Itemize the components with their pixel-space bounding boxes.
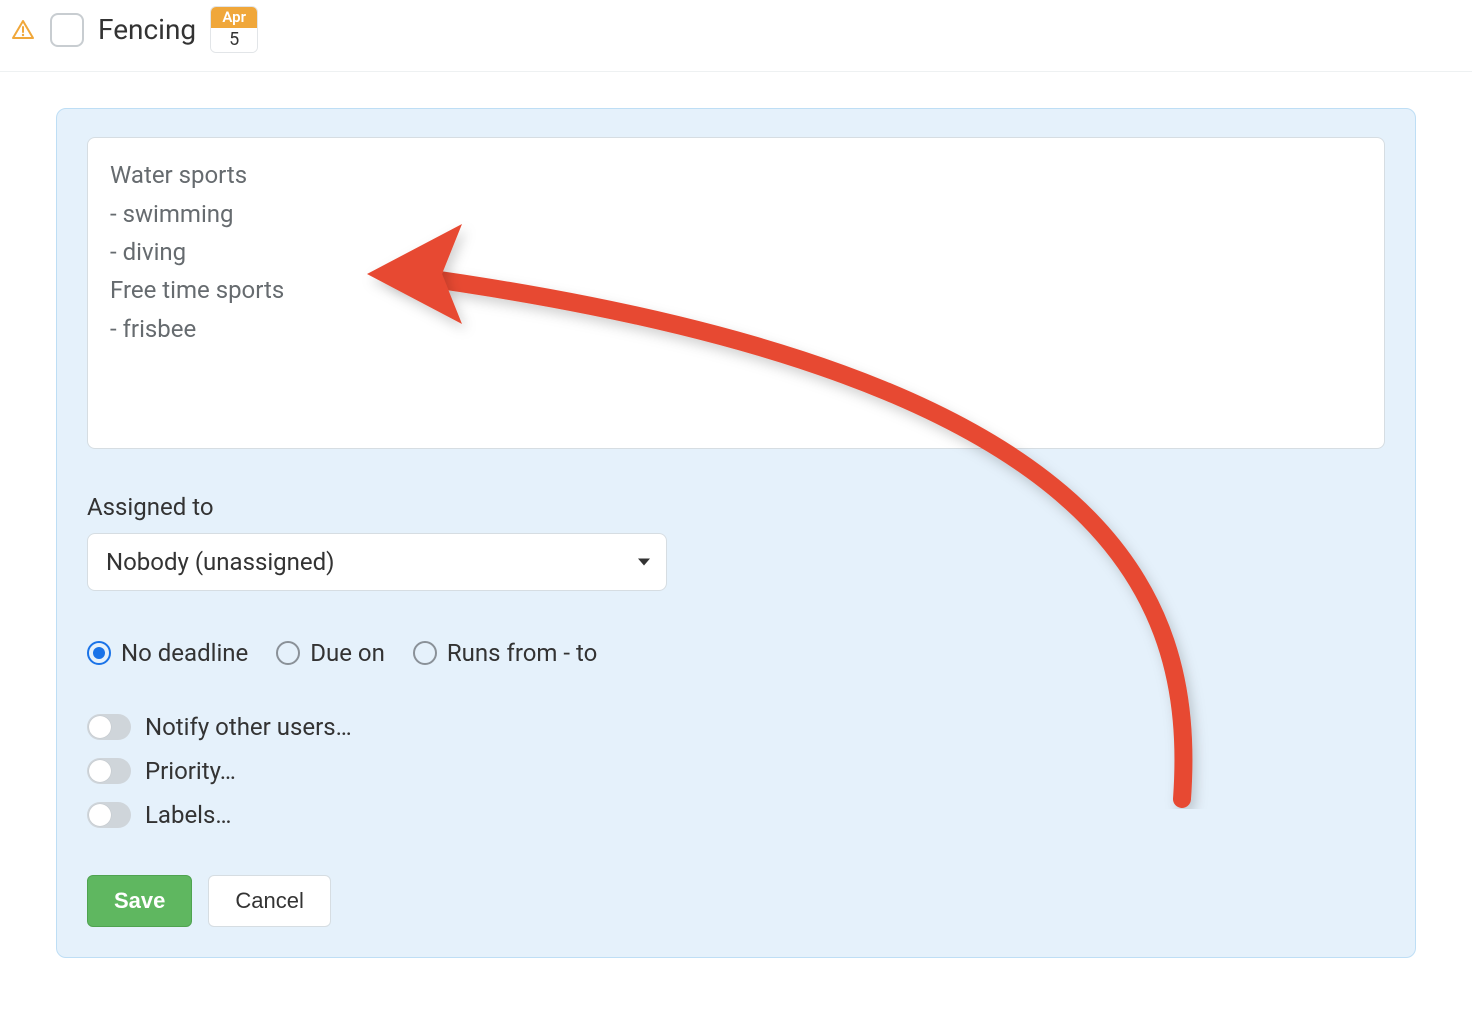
description-textarea[interactable]: Water sports - swimming - diving Free ti… <box>87 137 1385 449</box>
toggle-off-icon <box>87 802 131 828</box>
due-date-month: Apr <box>211 7 257 28</box>
assigned-to-select[interactable]: Nobody (unassigned) <box>87 533 667 591</box>
labels-toggle-row[interactable]: Labels… <box>87 801 1385 829</box>
task-edit-card: Water sports - swimming - diving Free ti… <box>56 108 1416 958</box>
deadline-option-range[interactable]: Runs from - to <box>413 639 597 667</box>
deadline-option-due-on[interactable]: Due on <box>276 639 385 667</box>
toggle-off-icon <box>87 714 131 740</box>
task-checkbox[interactable] <box>50 13 84 47</box>
deadline-option-none[interactable]: No deadline <box>87 639 248 667</box>
toggle-label: Priority… <box>145 757 236 785</box>
priority-toggle-row[interactable]: Priority… <box>87 757 1385 785</box>
toggle-label: Notify other users… <box>145 713 352 741</box>
radio-icon <box>276 641 300 665</box>
due-date-day: 5 <box>211 28 257 53</box>
toggle-label: Labels… <box>145 801 231 829</box>
radio-checked-icon <box>87 641 111 665</box>
deadline-option-label: Due on <box>310 639 385 667</box>
task-title[interactable]: Fencing <box>98 13 196 46</box>
deadline-option-label: No deadline <box>121 639 248 667</box>
notify-users-toggle-row[interactable]: Notify other users… <box>87 713 1385 741</box>
warning-icon <box>10 17 36 43</box>
assigned-to-label: Assigned to <box>87 493 1385 521</box>
deadline-option-label: Runs from - to <box>447 639 597 667</box>
radio-icon <box>413 641 437 665</box>
task-header: Fencing Apr 5 <box>0 0 1472 72</box>
due-date-badge[interactable]: Apr 5 <box>210 6 258 53</box>
deadline-radio-group: No deadline Due on Runs from - to <box>87 639 1385 667</box>
toggle-off-icon <box>87 758 131 784</box>
save-button[interactable]: Save <box>87 875 192 927</box>
cancel-button[interactable]: Cancel <box>208 875 330 927</box>
